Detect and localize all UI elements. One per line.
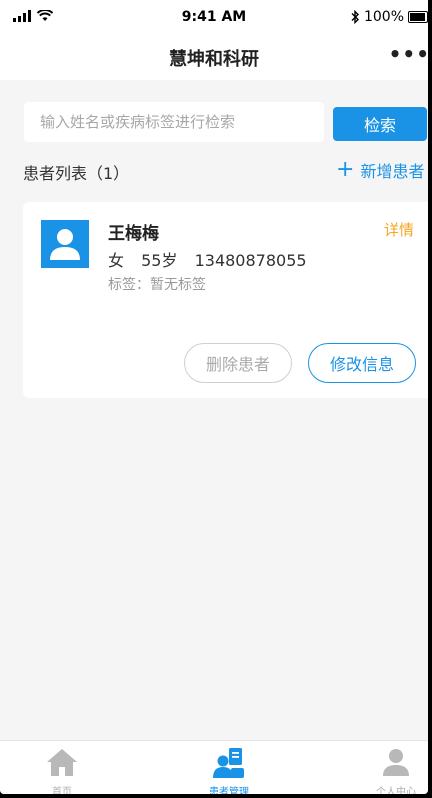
add-patient-button[interactable]: + 新增患者 bbox=[336, 158, 424, 182]
patient-detail-link[interactable]: 详情 bbox=[384, 219, 414, 240]
phone-screen: 9:41 AM 100% 慧坤和科研 ••• 检索 患者列表（1） + 新增患者 bbox=[0, 0, 428, 794]
patient-phone: 13480878055 bbox=[194, 251, 307, 270]
add-patient-label: 新增患者 bbox=[360, 162, 425, 181]
tab-personal-center[interactable]: 个人中心 bbox=[356, 741, 428, 794]
patient-name: 王梅梅 bbox=[108, 224, 159, 244]
person-icon bbox=[383, 749, 409, 776]
patient-info: 女 55岁 13480878055 bbox=[108, 247, 319, 271]
delete-patient-button[interactable]: 删除患者 bbox=[184, 343, 292, 383]
status-right-group: 100% bbox=[350, 9, 428, 25]
search-input[interactable] bbox=[24, 102, 324, 142]
tab-patient-management-label: 患者管理 bbox=[209, 787, 249, 794]
search-button[interactable]: 检索 bbox=[333, 107, 427, 141]
page-title: 慧坤和科研 bbox=[169, 49, 259, 70]
patient-list-header: 患者列表（1） + 新增患者 bbox=[0, 156, 428, 186]
status-bar: 9:41 AM 100% bbox=[0, 0, 428, 36]
patient-age: 55岁 bbox=[141, 251, 178, 270]
plus-icon: + bbox=[336, 157, 355, 182]
tab-bar: 首页 患者管理 个人中心 bbox=[0, 740, 428, 794]
more-menu-icon[interactable]: ••• bbox=[389, 42, 428, 66]
patient-avatar-icon bbox=[41, 220, 89, 268]
search-bar: 检索 bbox=[0, 80, 428, 156]
battery-icon bbox=[408, 11, 428, 23]
patient-management-icon bbox=[213, 748, 244, 778]
home-icon bbox=[47, 749, 77, 776]
tab-home[interactable]: 首页 bbox=[22, 741, 102, 794]
tab-home-label: 首页 bbox=[52, 787, 72, 794]
patient-list-title: 患者列表（1） bbox=[23, 164, 130, 183]
patient-card: 王梅梅 详情 女 55岁 13480878055 标签：暂无标签 删除患者 修改… bbox=[23, 202, 428, 398]
battery-percent: 100% bbox=[363, 9, 404, 25]
tab-patient-management[interactable]: 患者管理 bbox=[189, 741, 269, 794]
tab-personal-center-label: 个人中心 bbox=[376, 787, 416, 794]
edit-info-button[interactable]: 修改信息 bbox=[308, 343, 416, 383]
patient-tags: 标签：暂无标签 bbox=[108, 277, 206, 293]
bluetooth-icon bbox=[351, 10, 359, 24]
navigation-bar: 慧坤和科研 ••• bbox=[0, 36, 428, 81]
patient-gender: 女 bbox=[108, 251, 125, 270]
